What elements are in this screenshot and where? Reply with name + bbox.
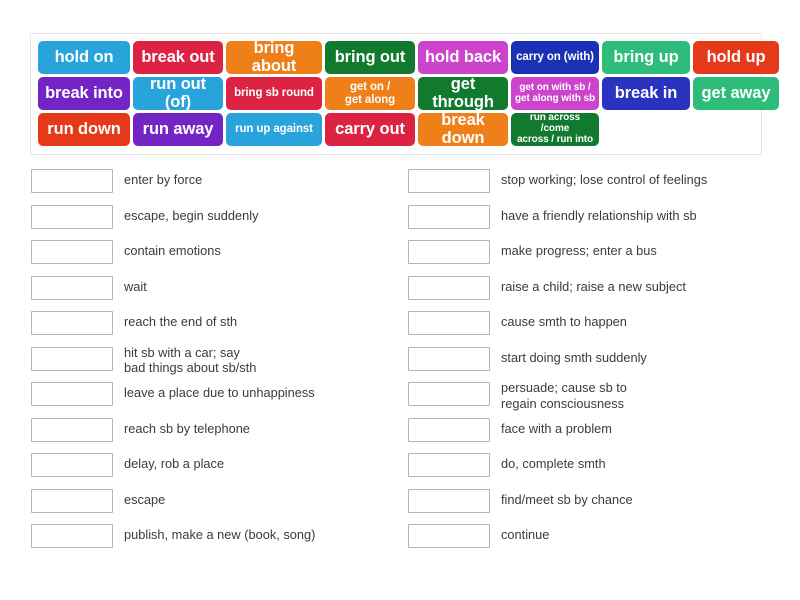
answer-row: raise a child; raise a new subject [408,273,768,309]
phrasal-verb-tile[interactable]: hold on [38,41,130,74]
definition-text: leave a place due to unhappiness [124,385,315,400]
phrasal-verb-tile[interactable]: bring about [226,41,322,74]
tile-row: break into run out (of) bring sb round get … [38,77,779,110]
phrasal-verb-tile[interactable]: carry out [325,113,415,146]
answer-drop-box[interactable] [31,204,113,229]
answer-row: find/meet sb by chance [408,486,768,522]
phrasal-verb-tile[interactable]: break down [418,113,508,146]
answer-drop-box[interactable] [31,275,113,300]
phrasal-verb-tile[interactable]: bring sb round [226,77,322,110]
definition-text: delay, rob a place [124,456,225,471]
answer-column-right: stop working; lose control of feelings ha… [408,166,768,557]
answer-drop-box[interactable] [408,346,490,371]
definition-text: do, complete smth [501,456,606,471]
answer-drop-box[interactable] [31,169,113,193]
tile-row: hold on break out bring about bring out hold… [38,41,779,74]
answer-drop-box[interactable] [31,488,113,513]
phrasal-verb-tile[interactable]: bring up [602,41,690,74]
definition-text: cause smth to happen [501,314,627,329]
answer-row: publish, make a new (book, song) [31,521,391,557]
definition-text: continue [501,527,550,542]
answer-drop-box[interactable] [31,417,113,442]
answer-row: have a friendly relationship with sb [408,202,768,238]
phrasal-verb-tile[interactable]: break out [133,41,223,74]
definition-text: escape, begin suddenly [124,207,259,223]
answer-row: persuade; cause sb to regain consciousne… [408,379,768,415]
answer-row: continue [408,521,768,557]
answer-row: face with a problem [408,415,768,451]
answer-column-left: enter by force escape, begin suddenly cont… [31,166,391,557]
phrasal-verb-tile[interactable]: run up against [226,113,322,146]
answer-row: leave a place due to unhappiness [31,379,391,415]
definition-text: find/meet sb by chance [501,491,633,507]
phrasal-verb-tile[interactable]: break in [602,77,690,110]
phrasal-verb-tile[interactable]: hold up [693,41,779,74]
definition-text: reach sb by telephone [124,420,250,436]
definition-text: start doing smth suddenly [501,349,647,365]
answer-row: stop working; lose control of feelings [408,166,768,202]
phrasal-verb-tile[interactable]: bring out [325,41,415,74]
phrasal-verb-tile[interactable]: run down [38,113,130,146]
answer-drop-box[interactable] [408,453,490,477]
phrasal-verb-tile[interactable]: get through [418,77,508,110]
definition-text: enter by force [124,172,203,187]
answer-drop-box[interactable] [408,524,490,548]
answer-row: escape [31,486,391,522]
answer-drop-box[interactable] [408,488,490,513]
definition-text: publish, make a new (book, song) [124,527,316,542]
answer-drop-box[interactable] [31,240,113,264]
answer-drop-box[interactable] [31,346,113,371]
definition-text: make progress; enter a bus [501,243,657,258]
answer-drop-box[interactable] [31,382,113,406]
definition-text: contain emotions [124,243,221,258]
answer-drop-box[interactable] [408,169,490,193]
answer-drop-box[interactable] [31,453,113,477]
phrasal-verb-tile[interactable]: run across /come across / run into [511,113,599,146]
definition-text: raise a child; raise a new subject [501,278,686,294]
phrasal-verb-tile[interactable]: get on / get along [325,77,415,110]
phrasal-verb-tile[interactable]: run out (of) [133,77,223,110]
tile-row: run down run away run up against carry out b… [38,113,755,146]
phrasal-verb-tile[interactable]: hold back [418,41,508,74]
answer-row: enter by force [31,166,391,202]
definition-text: persuade; cause sb to regain consciousne… [501,380,627,411]
answer-drop-box[interactable] [408,382,490,406]
answer-row: cause smth to happen [408,308,768,344]
answer-drop-box[interactable] [408,417,490,442]
answer-row: delay, rob a place [31,450,391,486]
answer-drop-box[interactable] [31,311,113,335]
answer-row: wait [31,273,391,309]
definition-text: hit sb with a car; say bad things about … [124,344,257,376]
answer-row: do, complete smth [408,450,768,486]
definition-text: have a friendly relationship with sb [501,207,697,223]
definition-text: stop working; lose control of feelings [501,172,708,187]
answer-drop-box[interactable] [408,275,490,300]
definition-text: wait [124,278,147,294]
answer-drop-box[interactable] [31,524,113,548]
answer-row: reach the end of sth [31,308,391,344]
answer-row: reach sb by telephone [31,415,391,451]
answer-drop-box[interactable] [408,240,490,264]
definition-text: reach the end of sth [124,314,238,329]
phrasal-verb-tile[interactable]: get away [693,77,779,110]
answer-row: hit sb with a car; say bad things about … [31,344,391,380]
answer-row: escape, begin suddenly [31,202,391,238]
phrasal-verb-tile[interactable]: run away [133,113,223,146]
phrasal-verb-tile[interactable]: get on with sb / get along with sb [511,77,599,110]
answer-row: contain emotions [31,237,391,273]
phrasal-verb-tile[interactable]: break into [38,77,130,110]
answer-row: start doing smth suddenly [408,344,768,380]
phrasal-verb-tile[interactable]: carry on (with) [511,41,599,74]
answer-row: make progress; enter a bus [408,237,768,273]
tile-bank: hold on break out bring about bring out hold… [30,33,779,155]
definition-text: face with a problem [501,420,612,436]
answer-drop-box[interactable] [408,311,490,335]
definition-text: escape [124,491,166,507]
answer-drop-box[interactable] [408,204,490,229]
